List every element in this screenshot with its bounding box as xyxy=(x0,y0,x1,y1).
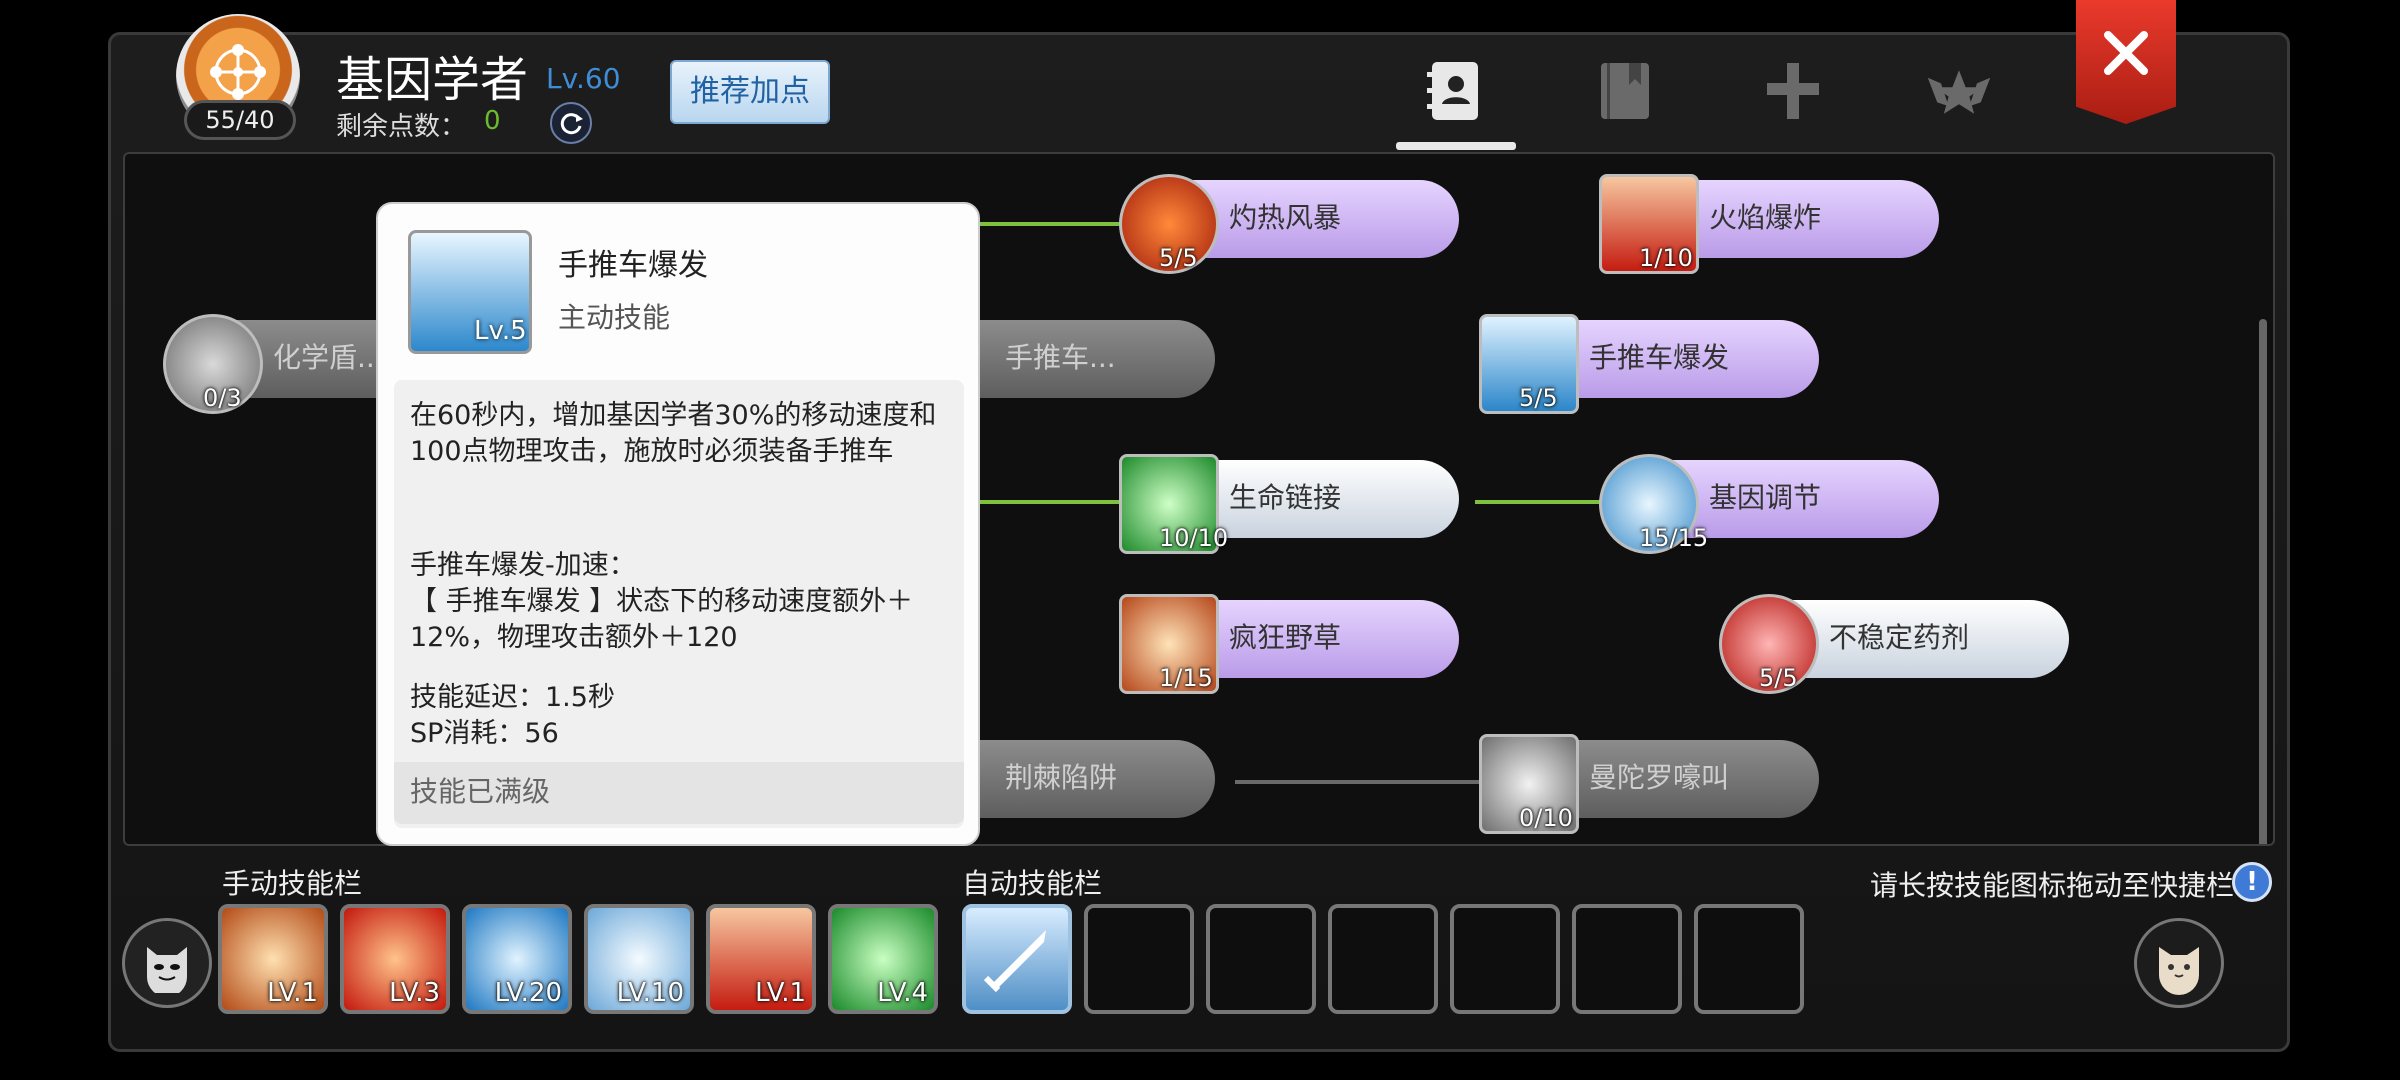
remaining-points-value: 0 xyxy=(484,106,501,136)
manual-slot-1[interactable]: LV.1 xyxy=(218,904,328,1014)
tab-skills[interactable] xyxy=(1420,56,1490,126)
job-title: 基因学者 xyxy=(336,52,529,108)
star-wings-icon xyxy=(1927,70,1991,114)
active-tab-indicator xyxy=(1396,142,1516,150)
skill-node-mandragora-howl[interactable]: 曼陀罗嚎叫 0/10 xyxy=(1479,734,1839,834)
manual-slot-4[interactable]: LV.10 xyxy=(584,904,694,1014)
skill-node-cart-boost[interactable]: 手推车爆发 5/5 xyxy=(1479,314,1839,414)
tab-book[interactable] xyxy=(1590,56,1660,126)
slot-level: LV.3 xyxy=(389,978,440,1008)
auto-slot-6[interactable] xyxy=(1572,904,1682,1014)
skill-tooltip: Lv.5 手推车爆发 主动技能 在60秒内，增加基因学者30%的移动速度和100… xyxy=(376,202,980,846)
skill-node-unstable-potion[interactable]: 不稳定药剂 5/5 xyxy=(1719,594,2079,694)
cat-avatar-icon xyxy=(2159,947,2199,995)
recommend-points-button[interactable]: 推荐加点 xyxy=(670,60,830,124)
tooltip-stats: 技能延迟：1.5秒 SP消耗：56 xyxy=(410,680,958,752)
tree-scrollbar[interactable] xyxy=(2259,319,2267,844)
skill-name: 手推车... xyxy=(975,320,1215,398)
skill-count: 1/10 xyxy=(1639,244,1693,272)
tooltip-description: 在60秒内，增加基因学者30%的移动速度和100点物理攻击，施放时必须装备手推车 xyxy=(410,400,937,467)
skill-count: 15/15 xyxy=(1639,524,1709,552)
skill-name: 荆棘陷阱 xyxy=(975,740,1215,818)
remaining-points-label: 剩余点数： xyxy=(336,112,467,142)
drag-hint: 请长按技能图标拖动至快捷栏 xyxy=(1870,869,2235,902)
tooltip-extra-title: 手推车爆发-加速： xyxy=(410,550,636,581)
tooltip-max-level: 技能已满级 xyxy=(394,762,964,824)
skill-node-thorn-trap[interactable]: 荆棘陷阱 xyxy=(975,734,1215,818)
auto-slot-7[interactable] xyxy=(1694,904,1804,1014)
tooltip-body: 在60秒内，增加基因学者30%的移动速度和100点物理攻击，施放时必须装备手推车… xyxy=(394,380,964,828)
manual-slot-2[interactable]: LV.3 xyxy=(340,904,450,1014)
slot-level: LV.1 xyxy=(267,978,318,1008)
slot-level: LV.1 xyxy=(755,978,806,1008)
skill-count: 0/10 xyxy=(1519,804,1573,832)
manual-bar-avatar[interactable] xyxy=(122,918,212,1008)
auto-slot-5[interactable] xyxy=(1450,904,1560,1014)
cross-emblem-icon xyxy=(1767,63,1819,119)
skill-count: 5/5 xyxy=(1519,384,1558,412)
skill-node-crazy-weed[interactable]: 疯狂野草 1/15 xyxy=(1119,594,1479,694)
skill-count: 5/5 xyxy=(1159,244,1198,272)
cat-face-icon xyxy=(147,947,187,993)
slot-level: LV.10 xyxy=(616,978,684,1008)
skill-node-gene-tuning[interactable]: 基因调节 15/15 xyxy=(1599,454,1959,554)
skill-count: 5/5 xyxy=(1759,664,1798,692)
tooltip-level: Lv.5 xyxy=(474,316,527,346)
auto-slot-3[interactable] xyxy=(1206,904,1316,1014)
manual-slot-6[interactable]: LV.4 xyxy=(828,904,938,1014)
refresh-icon xyxy=(560,113,583,135)
tooltip-extra: 手推车爆发-加速： 【 手推车爆发 】状态下的移动速度额外＋12%，物理攻击额外… xyxy=(410,548,958,656)
tooltip-skill-type: 主动技能 xyxy=(558,301,671,334)
info-icon[interactable]: ! xyxy=(2232,862,2272,902)
close-button[interactable] xyxy=(2076,0,2176,124)
skill-count: 10/10 xyxy=(1159,524,1229,552)
tooltip-extra-text: 【 手推车爆发 】状态下的移动速度额外＋12%，物理攻击额外＋120 xyxy=(410,586,914,653)
auto-slot-2[interactable] xyxy=(1084,904,1194,1014)
auto-bar-label: 自动技能栏 xyxy=(962,867,1103,900)
skill-node-cart[interactable]: 手推车... xyxy=(975,314,1215,398)
skill-node-scorching-storm[interactable]: 灼热风暴 5/5 xyxy=(1119,174,1479,274)
sword-icon xyxy=(983,930,1046,993)
slot-level: LV.20 xyxy=(494,978,562,1008)
tooltip-skill-name: 手推车爆发 xyxy=(558,248,708,283)
manual-slot-5[interactable]: LV.1 xyxy=(706,904,816,1014)
close-icon xyxy=(2104,31,2148,75)
auto-bar-avatar[interactable] xyxy=(2134,918,2224,1008)
slot-level: LV.4 xyxy=(877,978,928,1008)
manual-slot-3[interactable]: LV.20 xyxy=(462,904,572,1014)
tab-star[interactable] xyxy=(1924,56,1994,126)
tooltip-delay: 技能延迟：1.5秒 xyxy=(410,682,615,713)
reset-points-button[interactable] xyxy=(550,102,592,144)
bookmark-book-icon xyxy=(1601,63,1649,119)
tab-cross[interactable] xyxy=(1758,56,1828,126)
tooltip-sp-cost: SP消耗：56 xyxy=(410,718,559,749)
manual-bar-label: 手动技能栏 xyxy=(222,867,363,900)
skill-node-flame-blast[interactable]: 火焰爆炸 1/10 xyxy=(1599,174,1959,274)
skill-node-life-link[interactable]: 生命链接 10/10 xyxy=(1119,454,1479,554)
auto-slot-4[interactable] xyxy=(1328,904,1438,1014)
skill-count: 1/15 xyxy=(1159,664,1213,692)
job-level: Lv.60 xyxy=(546,62,621,95)
job-points-badge: 55/40 xyxy=(184,100,296,140)
auto-slot-1[interactable] xyxy=(962,904,1072,1014)
contacts-book-icon xyxy=(1427,62,1478,120)
skill-count: 0/3 xyxy=(203,384,242,412)
